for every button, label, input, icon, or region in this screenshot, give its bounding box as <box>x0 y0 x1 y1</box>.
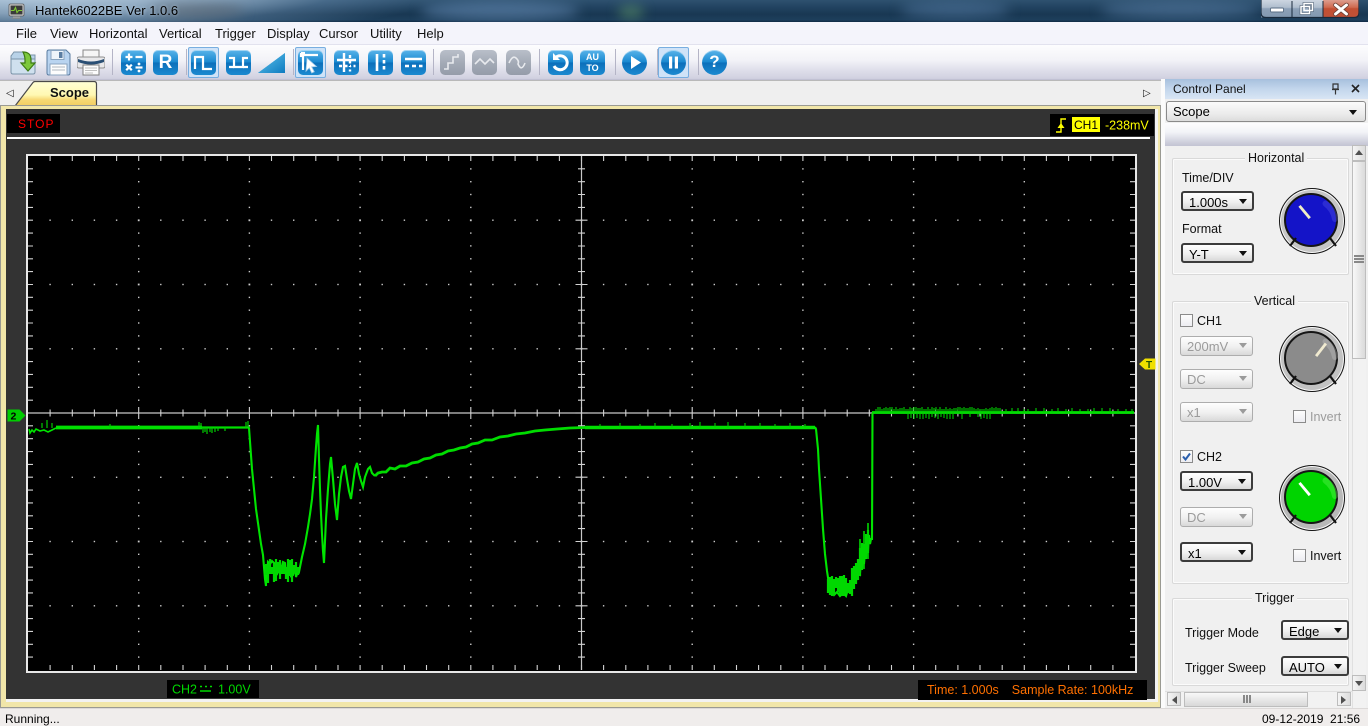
svg-text:2: 2 <box>11 411 17 423</box>
svg-text:CH2: CH2 <box>172 683 197 697</box>
svg-text:CH1: CH1 <box>1074 118 1098 132</box>
svg-text:1.00V: 1.00V <box>218 683 251 697</box>
svg-text:T: T <box>1146 360 1152 370</box>
svg-text:-238mV: -238mV <box>1105 118 1149 132</box>
